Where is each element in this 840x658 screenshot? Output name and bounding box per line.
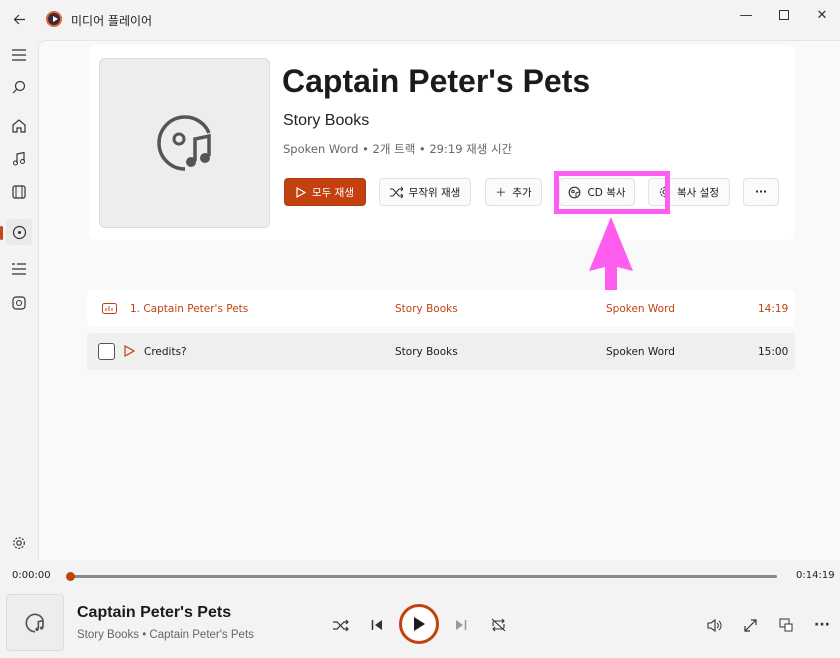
track-row[interactable]: 1. Captain Peter's Pets Story Books Spok…: [87, 290, 795, 327]
album-art: [99, 58, 270, 228]
plus-icon: ＋: [495, 186, 507, 199]
navigation-rail: [0, 40, 38, 560]
seek-thumb[interactable]: [66, 572, 75, 581]
track-row[interactable]: Credits? Story Books Spoken Word 15:00: [87, 333, 795, 370]
shuffle-button[interactable]: 무작위 재생: [379, 178, 471, 206]
repeat-toggle[interactable]: [487, 614, 509, 636]
nav-cd-drive[interactable]: [6, 219, 32, 245]
now-playing-equalizer-icon: [102, 303, 117, 314]
nav-play-queue[interactable]: [6, 256, 32, 282]
elapsed-time: 0:00:00: [12, 570, 51, 581]
search-button[interactable]: [6, 74, 32, 100]
nav-video-library[interactable]: [6, 179, 32, 205]
film-icon: [12, 185, 26, 199]
play-track-icon[interactable]: [124, 345, 135, 357]
settings-button[interactable]: [6, 530, 32, 556]
play-pause-button[interactable]: [399, 604, 439, 644]
track-title[interactable]: 1. Captain Peter's Pets: [130, 303, 248, 315]
rip-settings-button[interactable]: 복사 설정: [648, 178, 730, 206]
hamburger-icon: [12, 49, 26, 61]
search-icon: [12, 80, 26, 94]
now-playing-title[interactable]: Captain Peter's Pets: [77, 604, 231, 622]
active-nav-indicator: [0, 226, 3, 240]
playlist-icon: [12, 296, 26, 310]
back-button[interactable]: [8, 8, 30, 30]
rip-cd-button[interactable]: CD 복사: [559, 178, 635, 206]
shuffle-icon: [389, 186, 403, 198]
close-icon: ✕: [816, 7, 828, 23]
home-icon: [12, 119, 26, 133]
track-duration: 15:00: [758, 345, 789, 358]
rip-settings-label: 복사 설정: [677, 186, 719, 199]
track-duration: 14:19: [758, 302, 789, 315]
maximize-icon: [779, 10, 789, 20]
more-icon: ···: [755, 186, 767, 198]
album-header: Captain Peter's Pets Story Books Spoken …: [89, 45, 795, 240]
next-track-icon: [456, 620, 467, 630]
track-checkbox[interactable]: [98, 343, 115, 360]
volume-icon: [706, 618, 721, 632]
cd-music-icon: [156, 115, 211, 171]
track-genre[interactable]: Spoken Word: [606, 346, 675, 358]
more-icon: ···: [814, 617, 830, 633]
app-logo-icon: [46, 11, 62, 27]
more-options-button[interactable]: ···: [743, 178, 779, 206]
add-button[interactable]: ＋ 추가: [485, 178, 542, 206]
now-playing-art[interactable]: [6, 594, 64, 651]
play-icon: [414, 617, 425, 631]
album-meta: Spoken Word • 2개 트랙 • 29:19 재생 시간: [283, 142, 513, 156]
track-artist[interactable]: Story Books: [395, 346, 458, 358]
gear-icon: [13, 537, 25, 549]
nav-playlists[interactable]: [6, 290, 32, 316]
previous-track-icon: [371, 620, 382, 630]
rip-cd-label: CD 복사: [587, 186, 626, 199]
maximize-button[interactable]: [771, 6, 797, 24]
fullscreen-button[interactable]: [739, 614, 761, 636]
queue-list-icon: [12, 263, 26, 275]
close-button[interactable]: ✕: [809, 6, 835, 24]
track-title[interactable]: Credits?: [144, 346, 187, 358]
play-all-button[interactable]: 모두 재생: [284, 178, 366, 206]
more-player-options-button[interactable]: ···: [811, 614, 833, 636]
title-bar: 미디어 플레이어 — ✕: [0, 0, 840, 40]
minimize-button[interactable]: —: [733, 6, 759, 24]
total-time: 0:14:19: [796, 570, 835, 581]
expand-icon: [743, 618, 757, 632]
minimize-icon: —: [739, 7, 753, 23]
menu-button[interactable]: [6, 42, 32, 68]
volume-button[interactable]: [703, 614, 725, 636]
album-artist[interactable]: Story Books: [283, 112, 369, 130]
play-all-label: 모두 재생: [312, 186, 354, 199]
previous-button[interactable]: [366, 614, 388, 636]
cd-rip-icon: [569, 186, 581, 198]
add-label: 추가: [512, 186, 532, 199]
gear-icon: [659, 186, 671, 198]
repeat-icon: [491, 618, 505, 632]
main-content: Captain Peter's Pets Story Books Spoken …: [38, 40, 840, 560]
play-icon: [296, 186, 306, 198]
shuffle-toggle[interactable]: [330, 614, 352, 636]
now-playing-subtitle[interactable]: Story Books • Captain Peter's Pets: [77, 629, 254, 641]
cd-music-icon: [25, 613, 44, 632]
track-artist[interactable]: Story Books: [395, 303, 458, 315]
shuffle-label: 무작위 재생: [408, 186, 461, 199]
seek-bar[interactable]: [70, 575, 777, 578]
track-genre[interactable]: Spoken Word: [606, 303, 675, 315]
nav-music-library[interactable]: [6, 146, 32, 172]
album-title: Captain Peter's Pets: [282, 63, 591, 99]
mini-player-icon: [779, 618, 793, 632]
shuffle-icon: [333, 619, 349, 631]
mini-player-button[interactable]: [775, 614, 797, 636]
cd-icon: [12, 225, 26, 239]
next-button[interactable]: [450, 614, 472, 636]
nav-home[interactable]: [6, 113, 32, 139]
music-note-icon: [13, 152, 25, 166]
app-title: 미디어 플레이어: [71, 14, 153, 28]
back-arrow-icon: [13, 14, 25, 24]
